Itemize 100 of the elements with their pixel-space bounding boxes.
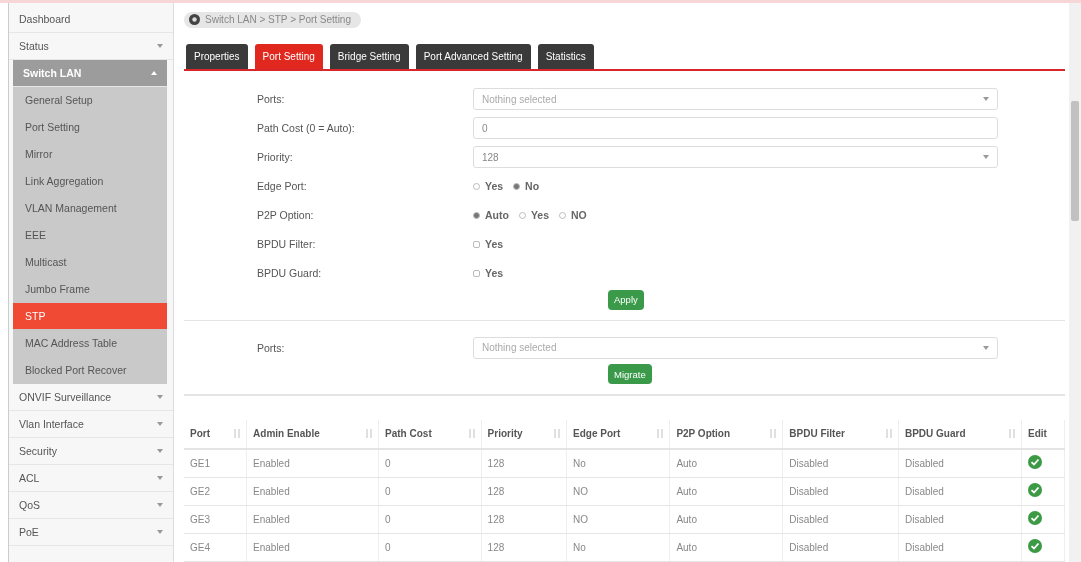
table-cell: Enabled — [253, 542, 290, 553]
radio-option[interactable]: NO — [559, 209, 587, 222]
table-cell: GE4 — [190, 542, 210, 553]
checkbox-icon[interactable] — [473, 240, 480, 248]
migrate-button[interactable]: Migrate — [608, 364, 652, 385]
sort-icon[interactable] — [657, 429, 664, 439]
sidebar-subitem[interactable]: Port Setting — [13, 114, 167, 141]
apply-button[interactable]: Apply — [608, 289, 644, 310]
edit-check-icon[interactable] — [1028, 511, 1042, 526]
radio-option[interactable]: Yes — [518, 209, 550, 222]
table-cell: 0 — [385, 514, 391, 525]
table-cell: 128 — [487, 542, 505, 553]
edit-check-icon[interactable] — [1028, 483, 1042, 498]
table-cell: NO — [573, 486, 588, 497]
edit-check-icon[interactable] — [1028, 539, 1042, 554]
checkbox-option[interactable]: Yes — [473, 238, 504, 251]
sidebar-subitem[interactable]: VLAN Management — [13, 195, 167, 222]
sidebar-subitem[interactable]: General Setup — [13, 87, 167, 114]
sidebar-subitem[interactable]: MAC Address Table — [13, 330, 167, 357]
field-label: BPDU Filter: — [257, 238, 317, 251]
radio-option[interactable]: Yes — [473, 180, 504, 193]
caret-down-icon — [983, 97, 989, 102]
column-header: Path Cost — [385, 428, 432, 440]
sort-icon[interactable] — [770, 429, 777, 439]
sidebar-label: ACL — [19, 472, 40, 484]
radio-icon[interactable] — [473, 182, 480, 190]
sidebar-subitem[interactable]: Link Aggregation — [13, 168, 167, 195]
scrollbar[interactable] — [1069, 3, 1081, 562]
radio-icon[interactable] — [513, 182, 521, 190]
input-field[interactable]: 0 — [473, 117, 998, 140]
column-header: P2P Option — [676, 428, 731, 440]
column-header: Edge Port — [573, 428, 621, 440]
table-cell: Disabled — [789, 514, 829, 525]
caret-down-icon — [157, 422, 163, 426]
radio-icon[interactable] — [518, 211, 526, 219]
breadcrumb-text: Switch LAN > STP > Port Setting — [205, 14, 351, 26]
checkbox-option[interactable]: Yes — [473, 267, 504, 280]
sidebar-label: ONVIF Surveillance — [19, 391, 112, 403]
radio-icon[interactable] — [559, 211, 567, 219]
field-label: Path Cost (0 = Auto): — [257, 122, 356, 135]
sort-icon[interactable] — [234, 429, 241, 439]
checkbox-icon[interactable] — [473, 269, 480, 277]
caret-down-icon — [157, 395, 163, 399]
sidebar-label: Switch LAN — [23, 67, 82, 79]
table-cell: 0 — [385, 458, 391, 469]
sidebar-label: Status — [19, 40, 49, 52]
sort-icon[interactable] — [554, 429, 560, 439]
field-label: Ports: — [257, 93, 286, 106]
sidebar-subitem[interactable]: Blocked Port Recover — [13, 357, 167, 384]
table-cell: GE3 — [190, 514, 210, 525]
caret-down-icon — [157, 44, 163, 48]
table-cell: Disabled — [789, 542, 829, 553]
column-header: BPDU Guard — [904, 428, 966, 440]
column-header: Priority — [487, 428, 523, 440]
table-cell: Disabled — [904, 486, 944, 497]
tab[interactable]: Properties — [186, 43, 248, 69]
sidebar-subitem[interactable]: Mirror — [13, 141, 167, 168]
sidebar-subitem[interactable]: Jumbo Frame — [13, 276, 167, 303]
sidebar-label: QoS — [19, 499, 40, 511]
tab[interactable]: Port Setting — [254, 43, 323, 69]
table-cell: Disabled — [789, 486, 829, 497]
table-cell: 128 — [487, 486, 505, 497]
table-cell: Auto — [676, 458, 697, 469]
table-cell: 0 — [385, 542, 391, 553]
caret-down-icon — [983, 155, 989, 160]
edit-check-icon[interactable] — [1028, 455, 1042, 470]
sort-icon[interactable] — [1009, 429, 1015, 439]
table-cell: Enabled — [253, 458, 290, 469]
table-cell: Enabled — [253, 514, 290, 525]
sidebar-label: PoE — [19, 526, 39, 538]
tab[interactable]: Port Advanced Setting — [415, 43, 531, 69]
caret-down-icon — [157, 449, 163, 453]
sort-icon[interactable] — [468, 429, 475, 439]
sort-icon[interactable] — [366, 429, 373, 439]
table-cell: NO — [573, 514, 588, 525]
radio-icon[interactable] — [473, 211, 480, 219]
select-field[interactable]: 128 — [473, 146, 998, 169]
table-cell: No — [573, 458, 586, 469]
radio-option[interactable]: Auto — [473, 209, 509, 222]
sidebar-subitem[interactable]: EEE — [13, 222, 167, 249]
radio-option[interactable]: No — [513, 180, 540, 193]
table-cell: 0 — [385, 486, 391, 497]
caret-down-icon — [157, 530, 163, 534]
tab[interactable]: Statistics — [537, 43, 594, 69]
sidebar-subitem[interactable]: STP — [13, 303, 167, 330]
caret-down-icon — [157, 503, 163, 507]
field-label: Ports: — [257, 341, 286, 354]
sidebar-label: Dashboard — [19, 13, 71, 25]
table-cell: Disabled — [904, 458, 944, 469]
column-header: Port — [190, 428, 210, 440]
field-label: Priority: — [257, 151, 294, 164]
sidebar-subitem[interactable]: Multicast — [13, 249, 167, 276]
table-cell: GE1 — [190, 458, 210, 469]
tab[interactable]: Bridge Setting — [329, 43, 409, 69]
sidebar-label: Security — [19, 445, 57, 457]
sort-icon[interactable] — [885, 429, 892, 439]
table-cell: Disabled — [904, 514, 944, 525]
table-cell: Auto — [676, 542, 697, 553]
table-cell: 128 — [487, 458, 505, 469]
field-label: P2P Option: — [257, 209, 315, 222]
